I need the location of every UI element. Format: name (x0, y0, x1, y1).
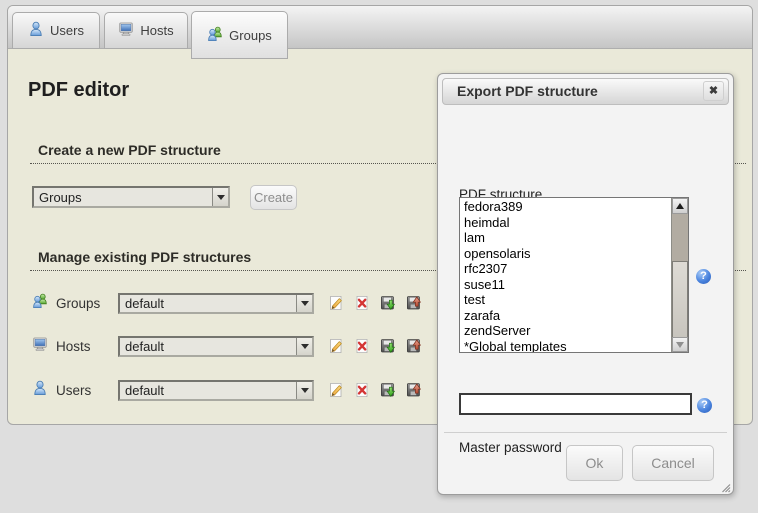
scrollbar-thumb[interactable] (672, 261, 688, 338)
export-icon[interactable] (380, 295, 396, 311)
list-item[interactable]: zendServer (460, 323, 670, 339)
import-icon[interactable] (406, 295, 422, 311)
account-type-tabstrip: Users Hosts Gr (8, 6, 752, 49)
user-icon (28, 21, 44, 40)
page-title: PDF editor (28, 79, 129, 102)
host-icon (118, 21, 134, 40)
profile-list: fedora389 heimdal lam opensolaris rfc230… (460, 199, 670, 353)
create-button[interactable]: Create (250, 185, 297, 210)
delete-icon[interactable] (354, 338, 370, 354)
master-password-label: Master password (459, 440, 562, 455)
row-label-hosts: Hosts (56, 339, 118, 354)
row-label-users: Users (56, 383, 118, 398)
hosts-structure-select[interactable]: default (118, 336, 314, 357)
export-icon[interactable] (380, 382, 396, 398)
manage-row-groups: Groups default (32, 292, 427, 314)
tab-users-label: Users (50, 23, 84, 38)
master-password-input[interactable] (459, 393, 692, 415)
groups-structure-select[interactable]: default (118, 293, 314, 314)
list-item[interactable]: rfc2307 (460, 261, 670, 277)
group-icon (207, 26, 223, 45)
chevron-down-icon[interactable] (296, 382, 312, 399)
ok-button[interactable]: Ok (566, 445, 623, 481)
tab-users[interactable]: Users (12, 12, 100, 49)
help-icon[interactable]: ? (696, 269, 711, 284)
edit-icon[interactable] (328, 338, 344, 354)
close-icon[interactable]: ✖ (703, 81, 724, 101)
users-structure-value: default (120, 382, 296, 399)
group-icon (32, 293, 48, 314)
resize-handle-icon[interactable] (719, 480, 731, 492)
listbox-scrollbar[interactable] (671, 198, 688, 352)
manage-row-users: Users default (32, 379, 427, 401)
edit-icon[interactable] (328, 295, 344, 311)
tab-hosts-label: Hosts (140, 23, 173, 38)
manage-row-hosts: Hosts default (32, 335, 427, 357)
dialog-title: Export PDF structure (457, 79, 598, 104)
import-icon[interactable] (406, 338, 422, 354)
target-server-listbox[interactable]: fedora389 heimdal lam opensolaris rfc230… (459, 197, 689, 353)
delete-icon[interactable] (354, 295, 370, 311)
scroll-down-icon[interactable] (672, 337, 688, 352)
help-icon[interactable]: ? (697, 398, 712, 413)
dialog-divider (444, 432, 727, 433)
chevron-down-icon[interactable] (296, 295, 312, 312)
list-item[interactable]: heimdal (460, 215, 670, 231)
user-icon (32, 380, 48, 401)
list-item[interactable]: lam (460, 230, 670, 246)
row-label-groups: Groups (56, 296, 118, 311)
export-pdf-structure-dialog: Export PDF structure ✖ PDF structure def… (437, 73, 734, 495)
dialog-titlebar[interactable]: Export PDF structure ✖ (442, 78, 729, 105)
list-item[interactable]: opensolaris (460, 246, 670, 262)
import-icon[interactable] (406, 382, 422, 398)
export-icon[interactable] (380, 338, 396, 354)
chevron-down-icon[interactable] (296, 338, 312, 355)
cancel-button[interactable]: Cancel (632, 445, 714, 481)
tab-groups-label: Groups (229, 28, 272, 43)
users-structure-select[interactable]: default (118, 380, 314, 401)
list-item[interactable]: *Global templates (460, 339, 670, 354)
chevron-down-icon[interactable] (212, 188, 228, 206)
scroll-up-icon[interactable] (672, 198, 688, 214)
list-item[interactable]: test (460, 292, 670, 308)
new-structure-type-value: Groups (34, 188, 212, 206)
list-item[interactable]: suse11 (460, 277, 670, 293)
hosts-structure-value: default (120, 338, 296, 355)
delete-icon[interactable] (354, 382, 370, 398)
list-item[interactable]: zarafa (460, 308, 670, 324)
list-item[interactable]: fedora389 (460, 199, 670, 215)
groups-structure-value: default (120, 295, 296, 312)
host-icon (32, 336, 48, 357)
new-structure-type-select[interactable]: Groups (32, 186, 230, 208)
tab-groups[interactable]: Groups (191, 11, 288, 59)
tab-hosts[interactable]: Hosts (104, 12, 188, 49)
edit-icon[interactable] (328, 382, 344, 398)
